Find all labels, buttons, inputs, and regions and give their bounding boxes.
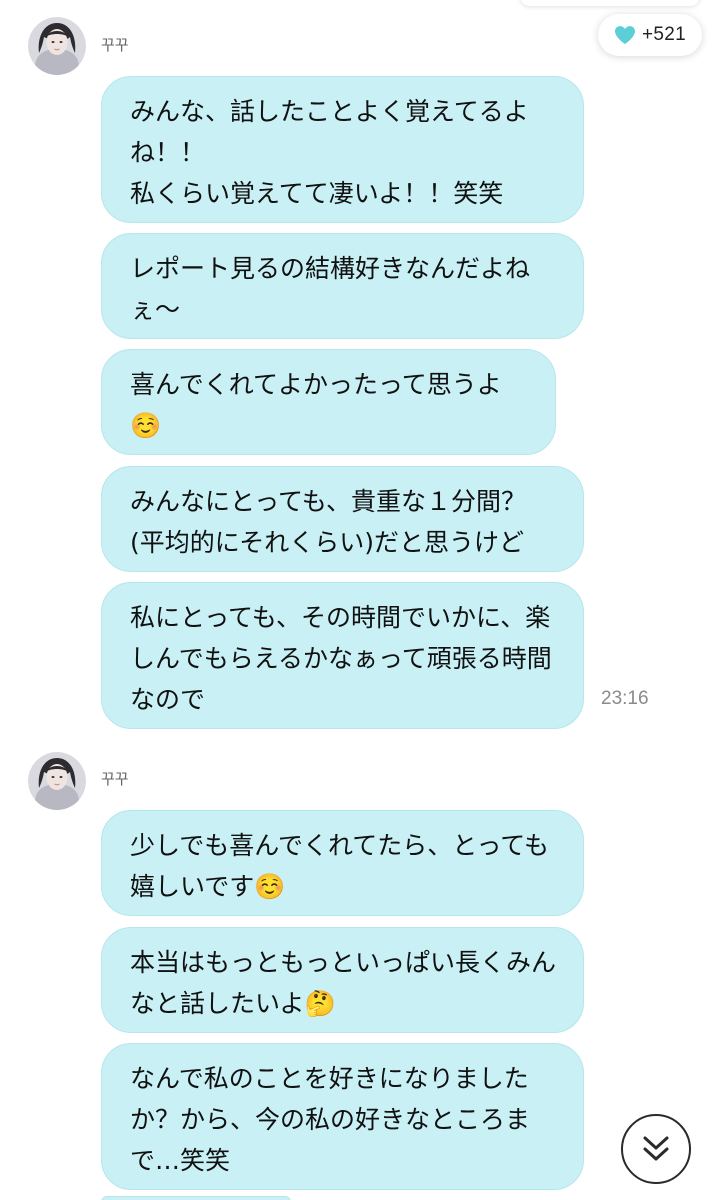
sender-name: 꾸꾸 <box>101 770 129 788</box>
scroll-to-bottom-button[interactable] <box>621 1114 691 1184</box>
next-message-bubble-edge <box>101 1196 291 1200</box>
top-status-pill <box>520 0 700 6</box>
avatar[interactable] <box>28 752 86 810</box>
message-bubble[interactable]: なんで私のことを好きになりましたか？から、今の私の好きなところまで…笑笑 <box>101 1043 584 1190</box>
message-bubble[interactable]: みんなにとっても、貴重な１分間？(平均的にそれくらい)だと思うけど <box>101 466 584 572</box>
heart-icon <box>614 25 636 45</box>
heart-count: +521 <box>642 24 686 45</box>
message-bubble[interactable]: 少しでも喜んでくれてたら、とっても嬉しいです☺️ <box>101 810 584 916</box>
heart-count-badge[interactable]: +521 <box>598 14 702 56</box>
message-bubble[interactable]: みんな、話したことよく覚えてるよね！！ 私くらい覚えてて凄いよ！！笑笑 <box>101 76 584 223</box>
double-chevron-down-icon <box>639 1132 673 1166</box>
message-bubble[interactable]: 私にとっても、その時間でいかに、楽しんでもらえるかなぁって頑張る時間なので <box>101 582 584 729</box>
message-bubble[interactable]: レポート見るの結構好きなんだよねぇ〜 <box>101 233 584 339</box>
message-bubble[interactable]: 本当はもっともっといっぱい長くみんなと話したいよ🤔 <box>101 927 584 1033</box>
message-timestamp: 23:16 <box>601 688 649 709</box>
message-bubble[interactable]: 喜んでくれてよかったって思うよ☺️ <box>101 349 556 455</box>
chat-screen: +521 꾸꾸 みんな、話したことよく覚えてるよね！！ 私くらい覚えてて凄いよ！… <box>0 0 721 1200</box>
sender-name: 꾸꾸 <box>101 36 129 54</box>
avatar[interactable] <box>28 17 86 75</box>
